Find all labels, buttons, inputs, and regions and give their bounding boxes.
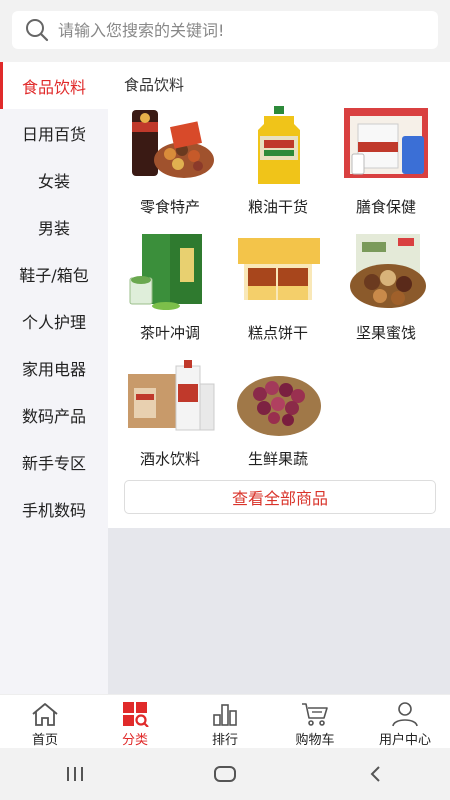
system-nav-bar	[0, 748, 450, 800]
subcategory-label: 坚果蜜饯	[355, 324, 416, 342]
view-all-products-button[interactable]: 查看全部商品	[124, 480, 436, 514]
sidebar-item-digital-products[interactable]: 数码产品	[0, 391, 108, 438]
back-icon	[370, 766, 380, 782]
bottom-tab-bar: 首页 分类 排行 购物车 用户中心	[0, 694, 450, 748]
sidebar-item-label: 食品饮料	[21, 77, 86, 97]
sidebar-item-label: 新手专区	[21, 453, 86, 473]
sidebar-item-home-appliances[interactable]: 家用电器	[0, 344, 108, 391]
panel-title: 食品饮料	[124, 76, 185, 94]
sidebar-item-label: 男装	[37, 218, 70, 238]
search-input[interactable]	[58, 20, 418, 40]
sidebar-item-label: 家用电器	[21, 359, 86, 379]
sidebar-item-womens-clothing[interactable]: 女装	[0, 156, 108, 203]
grain-oil-image	[258, 106, 300, 184]
liquor-image	[128, 360, 215, 431]
sidebar-item-newcomer-zone[interactable]: 新手专区	[0, 438, 108, 485]
recents-icon	[67, 767, 83, 781]
user-icon	[392, 702, 418, 727]
subcategory-label: 酒水饮料	[139, 450, 200, 468]
sidebar-item-label: 日用百货	[21, 124, 86, 144]
category-content: 食品饮料 零食特产 粮油干货 膳食保健 茶叶冲调 糕点饼干 坚果蜜饯 酒水饮料 …	[108, 62, 450, 694]
tab-cart[interactable]: 购物车	[270, 695, 360, 748]
subcategory-health[interactable]: 膳食保健	[332, 102, 440, 222]
subcategory-grain-oil[interactable]: 粮油干货	[224, 102, 332, 222]
subcategory-label: 零食特产	[139, 198, 200, 216]
subcategory-panel: 食品饮料 零食特产 粮油干货 膳食保健 茶叶冲调 糕点饼干 坚果蜜饯 酒水饮料 …	[108, 62, 450, 528]
search-bar	[0, 0, 450, 62]
recents-button[interactable]	[55, 754, 95, 794]
subcategory-nuts[interactable]: 坚果蜜饯	[332, 228, 440, 348]
cart-icon	[302, 703, 328, 726]
tab-label: 分类	[121, 733, 148, 748]
tab-user-center[interactable]: 用户中心	[360, 695, 450, 748]
search-icon	[26, 19, 49, 42]
home-icon	[32, 703, 58, 726]
subcategory-label: 糕点饼干	[247, 324, 308, 342]
tea-image	[129, 234, 202, 310]
ranking-icon	[213, 704, 237, 726]
snacks-image	[132, 110, 214, 178]
category-icon	[123, 702, 149, 727]
category-sidebar: 食品饮料 日用百货 女装 男装 鞋子/箱包 个人护理 家用电器 数码产品 新手专…	[0, 62, 108, 694]
home-nav-icon	[214, 766, 236, 782]
sidebar-item-mens-clothing[interactable]: 男装	[0, 203, 108, 250]
tab-ranking[interactable]: 排行	[180, 695, 270, 748]
tab-label: 首页	[31, 733, 58, 748]
sidebar-item-phones-digital[interactable]: 手机数码	[0, 485, 108, 532]
sidebar-item-personal-care[interactable]: 个人护理	[0, 297, 108, 344]
home-nav-button[interactable]	[205, 754, 245, 794]
subcategory-fresh-produce[interactable]: 生鲜果蔬	[224, 354, 332, 474]
subcategory-tea[interactable]: 茶叶冲调	[116, 228, 224, 348]
tab-label: 排行	[211, 733, 238, 748]
subcategory-label: 膳食保健	[355, 198, 416, 216]
subcategory-label: 生鲜果蔬	[247, 450, 308, 468]
pastry-image	[238, 238, 320, 300]
sidebar-item-label: 手机数码	[21, 500, 86, 520]
subcategory-label: 粮油干货	[247, 198, 308, 216]
subcategory-liquor[interactable]: 酒水饮料	[116, 354, 224, 474]
sidebar-item-shoes-bags[interactable]: 鞋子/箱包	[0, 250, 108, 297]
sidebar-item-food-drinks[interactable]: 食品饮料	[0, 62, 108, 109]
tab-label: 用户中心	[378, 733, 431, 748]
tab-label: 购物车	[295, 733, 335, 748]
sidebar-item-label: 女装	[37, 171, 70, 191]
sidebar-item-label: 个人护理	[21, 312, 86, 332]
search-box[interactable]	[12, 11, 438, 49]
fresh-produce-image	[237, 376, 321, 436]
sidebar-item-label: 鞋子/箱包	[19, 265, 89, 285]
tab-home[interactable]: 首页	[0, 695, 90, 748]
sidebar-item-label: 数码产品	[21, 406, 86, 426]
nuts-image	[350, 234, 426, 308]
subcategory-snacks[interactable]: 零食特产	[116, 102, 224, 222]
tab-category[interactable]: 分类	[90, 695, 180, 748]
subcategory-pastry[interactable]: 糕点饼干	[224, 228, 332, 348]
health-image	[344, 108, 428, 178]
back-button[interactable]	[355, 754, 395, 794]
subcategory-label: 茶叶冲调	[139, 324, 200, 342]
sidebar-item-daily-goods[interactable]: 日用百货	[0, 109, 108, 156]
